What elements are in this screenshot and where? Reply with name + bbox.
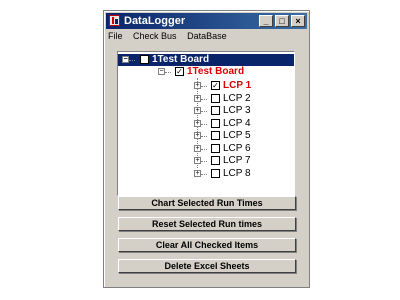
- expand-icon[interactable]: +: [194, 157, 201, 164]
- tree-root-row[interactable]: − 1Test Board: [118, 54, 294, 66]
- menu-check-bus[interactable]: Check Bus: [133, 31, 177, 41]
- checkbox-lcp[interactable]: [211, 118, 220, 128]
- tree-lcp-label: LCP 5: [223, 130, 251, 141]
- checkbox-lcp[interactable]: [211, 93, 220, 103]
- tree-lcp-label: LCP 6: [223, 142, 251, 154]
- tree-lcp-label: LCP 8: [223, 167, 251, 179]
- tree-lcp-label: LCP 1: [223, 80, 252, 91]
- tree-board-row[interactable]: − ✓ 1Test Board: [118, 66, 294, 78]
- checkbox-lcp[interactable]: [211, 106, 220, 115]
- reset-selected-button[interactable]: Reset Selected Run times: [118, 217, 296, 231]
- title-bar[interactable]: DataLogger _ □ ×: [106, 13, 307, 29]
- tree-lcp-label: LCP 2: [223, 92, 251, 104]
- chart-selected-button[interactable]: Chart Selected Run Times: [118, 196, 296, 210]
- maximize-button[interactable]: □: [275, 15, 289, 27]
- tree-lcp-label: LCP 3: [223, 105, 251, 116]
- minimize-button[interactable]: _: [259, 15, 273, 27]
- close-button[interactable]: ×: [291, 15, 305, 27]
- clear-checked-button[interactable]: Clear All Checked Items: [118, 238, 296, 252]
- tree-lcp-row[interactable]: + LCP 7: [118, 155, 294, 167]
- collapse-icon[interactable]: −: [122, 56, 129, 63]
- expand-icon[interactable]: +: [194, 144, 201, 152]
- expand-icon[interactable]: +: [194, 132, 201, 139]
- window-title: DataLogger: [124, 15, 186, 27]
- tree-lcp-row[interactable]: + LCP 8: [118, 168, 294, 180]
- checkbox-lcp[interactable]: [211, 143, 220, 153]
- app-icon: [109, 15, 120, 26]
- expand-icon[interactable]: +: [194, 94, 201, 102]
- tree-lcp-label: LCP 4: [223, 117, 251, 129]
- checkbox-board[interactable]: ✓: [175, 67, 184, 76]
- device-tree[interactable]: − 1Test Board − ✓ 1Test Board + ✓ LCP 1 + LC…: [117, 51, 295, 196]
- checkbox-lcp[interactable]: ✓: [211, 81, 220, 90]
- tree-lcp-row[interactable]: + LCP 3: [118, 105, 294, 117]
- expand-icon[interactable]: +: [194, 107, 201, 114]
- tree-lcp-row[interactable]: + ✓ LCP 1: [118, 80, 294, 92]
- menu-database[interactable]: DataBase: [187, 31, 227, 41]
- checkbox-lcp[interactable]: [211, 156, 220, 165]
- app-window: DataLogger _ □ × File Check Bus DataBase…: [103, 10, 310, 288]
- checkbox-lcp[interactable]: [211, 131, 220, 140]
- checkbox-root[interactable]: [140, 55, 149, 64]
- menu-bar: File Check Bus DataBase: [108, 31, 235, 45]
- tree-lcp-label: LCP 7: [223, 155, 251, 166]
- tree-lcp-row[interactable]: + LCP 4: [118, 118, 294, 130]
- menu-file[interactable]: File: [108, 31, 123, 41]
- expand-icon[interactable]: +: [194, 119, 201, 127]
- expand-icon[interactable]: +: [194, 82, 201, 89]
- tree-lcp-row[interactable]: + LCP 2: [118, 93, 294, 105]
- tree-lcp-row[interactable]: + LCP 5: [118, 130, 294, 142]
- checkbox-lcp[interactable]: [211, 168, 220, 178]
- expand-icon[interactable]: +: [194, 169, 201, 177]
- collapse-icon[interactable]: −: [158, 68, 165, 75]
- tree-lcp-row[interactable]: + LCP 6: [118, 143, 294, 155]
- tree-root-label: 1Test Board: [152, 54, 210, 65]
- delete-sheets-button[interactable]: Delete Excel Sheets: [118, 259, 296, 273]
- tree-board-label: 1Test Board: [187, 66, 245, 77]
